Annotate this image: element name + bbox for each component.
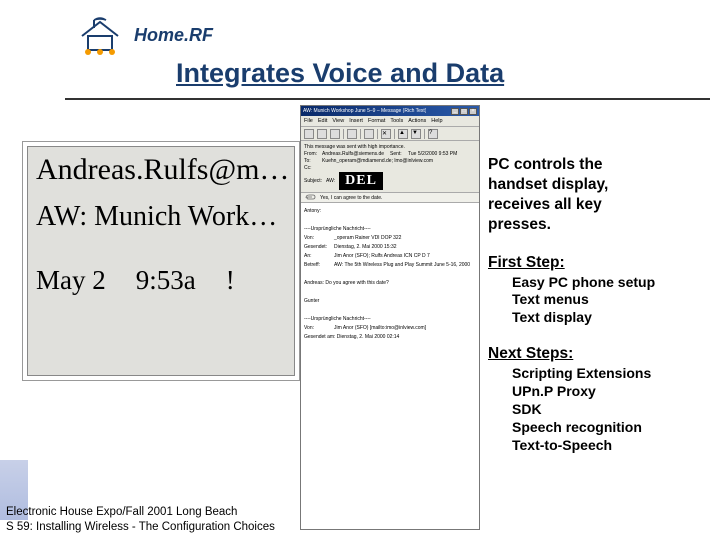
handset-display: Andreas.Rulfs@m… AW: Munich Work… May 2 9… bbox=[22, 141, 300, 381]
reply-icon[interactable] bbox=[304, 129, 314, 139]
slide-header: Home.RF Integrates Voice and Data bbox=[0, 0, 720, 98]
logo-brand-b: .RF bbox=[184, 25, 213, 45]
next-step-item: Speech recognition bbox=[512, 419, 714, 437]
body-sep1: ----Ursprüngliche Nachricht---- bbox=[304, 226, 476, 233]
sidebar-text: PC controls the handset display, receive… bbox=[488, 155, 714, 473]
body-von-val: _operam Rainer VDI DOP 322 bbox=[334, 235, 401, 241]
toolbar: ✕ ▲ ▼ ? bbox=[301, 127, 479, 141]
toolbar-separator bbox=[424, 129, 425, 139]
menu-format[interactable]: Format bbox=[368, 118, 385, 124]
body-von: Von: bbox=[304, 235, 334, 242]
attachment-bar: Yes, I can agree to the date. bbox=[301, 193, 479, 203]
close-button[interactable]: × bbox=[469, 108, 477, 115]
window-titlebar: AW: Munich Workshop June 5–9 – Message (… bbox=[301, 106, 479, 116]
body-gesendet2-val: Gesendet am: Dienstag, 2. Mai 2000 02:14 bbox=[304, 334, 399, 340]
body-sep2: ----Ursprüngliche Nachricht---- bbox=[304, 316, 476, 323]
subject-prefix: AW: bbox=[326, 178, 335, 184]
print-icon[interactable] bbox=[347, 129, 357, 139]
slide-title: Integrates Voice and Data bbox=[176, 58, 504, 89]
next-icon[interactable]: ▼ bbox=[411, 129, 421, 139]
to-value: Kuehn_operam@mdiamend.de; lmo@inlview.co… bbox=[322, 158, 476, 164]
help-icon[interactable]: ? bbox=[428, 129, 438, 139]
email-client-window: AW: Munich Workshop June 5–9 – Message (… bbox=[300, 105, 480, 530]
flag-icon[interactable] bbox=[364, 129, 374, 139]
header-rule bbox=[65, 98, 710, 100]
first-step-item: Text display bbox=[512, 309, 714, 327]
body-betreff-val: AW: The 5th Wireless Plug and Play Summi… bbox=[334, 262, 470, 268]
body-von2: Von: bbox=[304, 325, 334, 332]
prev-icon[interactable]: ▲ bbox=[398, 129, 408, 139]
handset-screen: Andreas.Rulfs@m… AW: Munich Work… May 2 9… bbox=[27, 146, 295, 376]
from-label: From: bbox=[304, 151, 322, 157]
sent-label: Sent: bbox=[390, 151, 408, 157]
logo-brand-a: Home bbox=[134, 25, 184, 45]
first-step-item: Easy PC phone setup bbox=[512, 274, 714, 292]
body-gesendet-val: Dienstag, 2. Mai 2000 15:32 bbox=[334, 244, 397, 250]
next-step-item: Text-to-Speech bbox=[512, 437, 714, 455]
slide-footer: Electronic House Expo/Fall 2001 Long Bea… bbox=[6, 505, 275, 534]
handset-time: 9:53a bbox=[136, 265, 196, 295]
next-step-item: SDK bbox=[512, 401, 714, 419]
reply-all-icon[interactable] bbox=[317, 129, 327, 139]
message-body: Antony: ----Ursprüngliche Nachricht---- … bbox=[301, 203, 479, 529]
to-label: To: bbox=[304, 158, 322, 164]
logo-text: Home.RF bbox=[134, 25, 213, 46]
subject-label: Subject: bbox=[304, 178, 322, 184]
menu-help[interactable]: Help bbox=[431, 118, 442, 124]
toolbar-separator bbox=[360, 129, 361, 139]
intro-line: handset display, bbox=[488, 175, 714, 195]
body-von2-val: Jim Anor (SFO) [mailto:imo@inlview.com] bbox=[334, 325, 426, 331]
handset-line-subject: AW: Munich Work… bbox=[36, 201, 286, 233]
body-gesendet: Gesendet: bbox=[304, 244, 334, 251]
handset-priority-mark: ! bbox=[226, 265, 235, 295]
maximize-button[interactable]: □ bbox=[460, 108, 468, 115]
next-steps-title: Next Steps: bbox=[488, 345, 714, 363]
body-q2: Gunter bbox=[304, 298, 476, 305]
first-step-item: Text menus bbox=[512, 291, 714, 309]
menu-view[interactable]: View bbox=[332, 118, 344, 124]
menu-insert[interactable]: Insert bbox=[349, 118, 363, 124]
menubar: File Edit View Insert Format Tools Actio… bbox=[301, 116, 479, 127]
handset-line-from: Andreas.Rulfs@m… bbox=[36, 153, 286, 187]
sent-value: Tue 5/2/2000 9:53 PM bbox=[408, 151, 476, 157]
from-value: Andreas.Rulfs@siemens.de bbox=[322, 151, 390, 157]
handset-date: May 2 bbox=[36, 265, 106, 295]
toolbar-separator bbox=[394, 129, 395, 139]
menu-file[interactable]: File bbox=[304, 118, 313, 124]
next-step-item: Scripting Extensions bbox=[512, 365, 714, 383]
toolbar-separator bbox=[377, 129, 378, 139]
window-title: AW: Munich Workshop June 5–9 – Message (… bbox=[303, 108, 426, 114]
body-q1: Andreas: Do you agree with this date? bbox=[304, 280, 476, 287]
footer-line2: S 59: Installing Wireless - The Configur… bbox=[6, 520, 275, 534]
forward-icon[interactable] bbox=[330, 129, 340, 139]
menu-tools[interactable]: Tools bbox=[390, 118, 403, 124]
menu-actions[interactable]: Actions bbox=[408, 118, 426, 124]
footer-line1: Electronic House Expo/Fall 2001 Long Bea… bbox=[6, 505, 275, 519]
attach-text: Yes, I can agree to the date. bbox=[320, 195, 382, 201]
cc-label: Cc: bbox=[304, 165, 322, 171]
body-an-val: Jim Anor (SFO); Rulfs Andreas ICN CP D 7 bbox=[334, 253, 430, 259]
first-step-title: First Step: bbox=[488, 254, 714, 272]
next-step-item: UPn.P Proxy bbox=[512, 383, 714, 401]
body-betreff: Betreff: bbox=[304, 262, 334, 269]
del-badge: DEL bbox=[339, 172, 383, 190]
paperclip-icon bbox=[304, 194, 316, 202]
intro-line: PC controls the bbox=[488, 155, 714, 175]
delete-icon[interactable]: ✕ bbox=[381, 129, 391, 139]
intro-line: receives all key bbox=[488, 195, 714, 215]
minimize-button[interactable]: _ bbox=[451, 108, 459, 115]
menu-edit[interactable]: Edit bbox=[318, 118, 327, 124]
logo-house-icon bbox=[74, 14, 126, 56]
message-header: This message was sent with high importan… bbox=[301, 141, 479, 193]
header-note: This message was sent with high importan… bbox=[304, 144, 405, 150]
body-an: An: bbox=[304, 253, 334, 260]
toolbar-separator bbox=[343, 129, 344, 139]
handset-line-datetime: May 2 9:53a! bbox=[36, 265, 286, 296]
body-greeting: Antony: bbox=[304, 208, 476, 215]
logo: Home.RF bbox=[74, 14, 213, 56]
intro-line: presses. bbox=[488, 215, 714, 235]
